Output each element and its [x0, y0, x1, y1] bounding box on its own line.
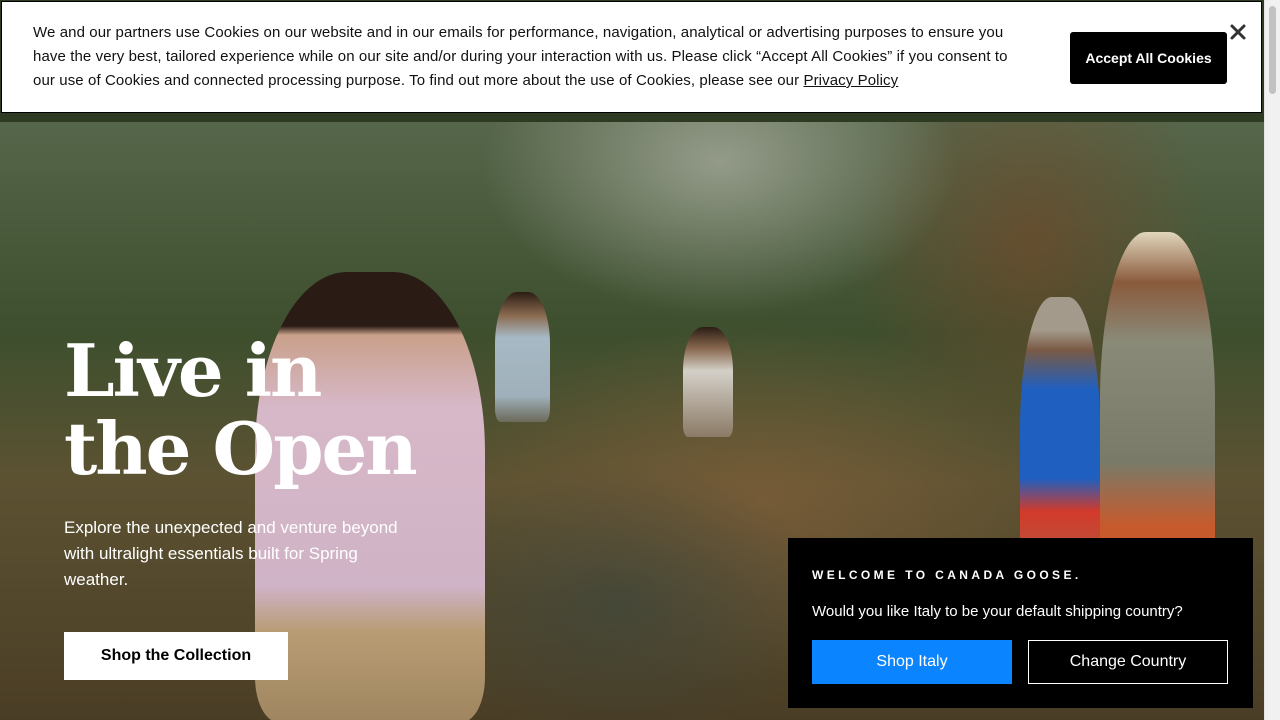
page-scrollbar[interactable]	[1264, 0, 1280, 720]
hero-subtitle: Explore the unexpected and venture beyon…	[64, 518, 398, 589]
hero-title: Live in the Open	[64, 328, 418, 491]
close-cookie-banner-button[interactable]	[1226, 20, 1250, 44]
privacy-policy-link[interactable]: Privacy Policy	[803, 72, 898, 89]
welcome-country-popup: WELCOME TO CANADA GOOSE. Would you like …	[788, 538, 1253, 708]
hero-person-3	[683, 327, 733, 437]
close-icon	[1230, 24, 1246, 40]
accept-all-cookies-button[interactable]: Accept All Cookies	[1070, 32, 1227, 84]
change-country-button[interactable]: Change Country	[1028, 640, 1228, 684]
welcome-title: WELCOME TO CANADA GOOSE.	[812, 568, 1082, 582]
cookie-banner: We and our partners use Cookies on our w…	[1, 1, 1262, 113]
shop-the-collection-button[interactable]: Shop the Collection	[64, 632, 288, 680]
hero-person-2	[495, 292, 550, 422]
scrollbar-thumb[interactable]	[1269, 6, 1276, 94]
shop-italy-button[interactable]: Shop Italy	[812, 640, 1012, 684]
shipping-country-question: Would you like Italy to be your default …	[812, 603, 1183, 620]
cookie-text: We and our partners use Cookies on our w…	[33, 21, 1018, 93]
